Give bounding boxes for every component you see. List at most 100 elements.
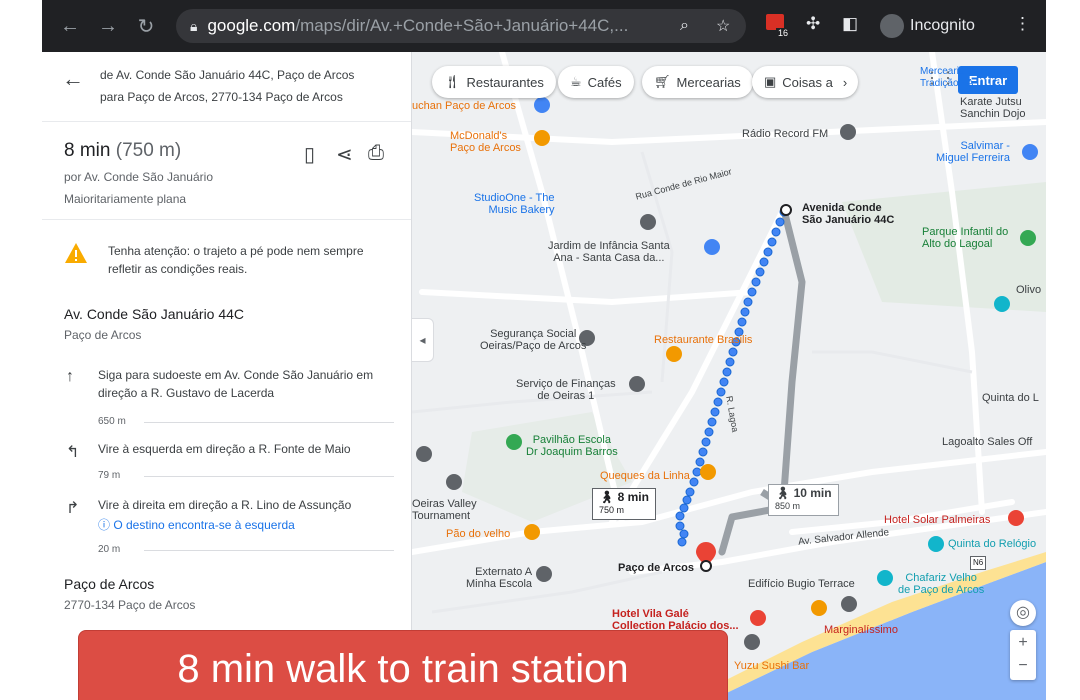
reload-icon[interactable]: ↻ (128, 8, 164, 44)
map-label[interactable]: Restaurante Brasilis (654, 334, 752, 346)
send-to-phone-icon[interactable]: ▯ (304, 142, 315, 167)
map-canvas[interactable]: 🍴︎ Restaurantes ☕︎ Cafés 🛒︎ Mercearias ▣ Coi… (412, 52, 1046, 700)
my-location-icon[interactable]: ◎ (1010, 600, 1036, 626)
browser-window: ← → ↻ 🔒︎ google.com/maps/dir/Av.+Conde+S… (42, 0, 1046, 700)
step-1-text: Siga para sudoeste em Av. Conde São Janu… (98, 368, 374, 400)
zoom-out-icon[interactable]: − (1010, 655, 1036, 680)
url-host: google.com (207, 16, 296, 35)
apps-grid-icon[interactable]: ⋮⋮ (924, 68, 956, 88)
warning-text: Tenha atenção: o trajeto a pé pode nem s… (108, 244, 364, 276)
start-title: Av. Conde São Januário 44C (64, 306, 245, 322)
step-1-distance: 650 m (98, 416, 126, 427)
arrow-up-icon: ↑ (66, 368, 74, 385)
chip-groceries[interactable]: 🛒︎ Mercearias (642, 66, 753, 98)
end-title: Paço de Arcos (64, 576, 155, 592)
route-distance: 750 m (599, 505, 625, 515)
share-icon[interactable]: ⋖ (336, 142, 353, 167)
route-time: 8 min (617, 490, 649, 504)
map-label[interactable]: Quinta do L (982, 392, 1039, 404)
cup-icon: ☕︎ (570, 74, 582, 89)
menu-kebab-icon[interactable]: ⋮ (1014, 14, 1031, 34)
chip-restaurants[interactable]: 🍴︎ Restaurantes (432, 66, 556, 98)
map-label[interactable]: Marginalíssimo (824, 624, 898, 636)
chip-label: Coisas a (782, 74, 833, 90)
route-terrain: Maioritariamente plana (64, 192, 187, 206)
map-label[interactable]: Quinta do Relógio (948, 538, 1036, 550)
incognito-icon (880, 14, 904, 38)
map-label[interactable]: Edifício Bugio Terrace (748, 578, 855, 590)
browser-toolbar: ← → ↻ 🔒︎ google.com/maps/dir/Av.+Conde+S… (42, 0, 1046, 52)
map-label[interactable]: Rádio Record FM (742, 128, 828, 140)
address-bar[interactable]: 🔒︎ google.com/maps/dir/Av.+Conde+São+Jan… (176, 9, 746, 43)
collapse-panel-button[interactable]: ◂ (412, 318, 434, 362)
url-path: /maps/dir/Av.+Conde+São+Januário+44C,... (295, 16, 629, 35)
map-label[interactable]: Chafariz Velho de Paço de Arcos (898, 572, 984, 596)
divider (144, 476, 394, 477)
map-label[interactable]: StudioOne - The Music Bakery (474, 192, 555, 216)
chevron-right-icon[interactable]: › (843, 75, 847, 90)
directions-header: ← de Av. Conde São Januário 44C, Paço de… (42, 52, 411, 122)
print-icon[interactable]: ⎙ (368, 142, 384, 165)
caption-banner: 8 min walk to train station (78, 630, 728, 700)
destination-text: para Paço de Arcos, 2770-134 Paço de Arc… (100, 90, 343, 104)
calendar-extension-icon[interactable]: 16 (766, 14, 791, 38)
chip-things-to-do[interactable]: ▣ Coisas a › (752, 66, 858, 98)
incognito-indicator[interactable]: Incognito (880, 14, 975, 38)
map-label[interactable]: McDonald's Paço de Arcos (450, 130, 521, 154)
zoom-controls: + − (1010, 630, 1036, 680)
map-label[interactable]: Jardim de Infância Santa Ana - Santa Cas… (548, 240, 670, 264)
end-subtitle: 2770-134 Paço de Arcos (64, 598, 196, 612)
zoom-icon[interactable]: ⌕ (680, 17, 689, 35)
fork-knife-icon: 🍴︎ (444, 74, 461, 89)
map-label[interactable]: Olivo (1016, 284, 1041, 296)
map-label[interactable]: Salvimar - Miguel Ferreira (936, 140, 1010, 164)
step-2-text: Vire à esquerda em direção a R. Fonte de… (98, 442, 351, 456)
map-label[interactable]: Segurança Social Oeiras/Paço de Arcos (480, 328, 586, 352)
puzzle-extensions-icon[interactable]: ✣ (806, 14, 820, 34)
lock-icon: 🔒︎ (190, 17, 198, 34)
map-label[interactable]: Karate Jutsu Sanchin Dojo (960, 96, 1025, 120)
map-label[interactable]: Hotel Vila Galé Collection Palácio dos..… (612, 608, 739, 632)
turn-left-icon: ↰ (66, 444, 80, 461)
step-3-info: ⓘ O destino encontra-se à esquerda (98, 516, 295, 533)
map-label[interactable]: Oeiras Valley Tournament (412, 498, 477, 522)
chip-cafes[interactable]: ☕︎ Cafés (558, 66, 634, 98)
back-arrow-icon[interactable]: ← (52, 8, 88, 44)
map-label[interactable]: Yuzu Sushi Bar (734, 660, 809, 672)
map-label[interactable]: uchan Paço de Arcos (412, 100, 516, 112)
info-icon: ⓘ (98, 518, 114, 532)
cart-icon: 🛒︎ (654, 74, 671, 89)
route-tag-alt[interactable]: 🚶︎ 10 min 850 m (768, 484, 839, 516)
duration-value: 8 min (64, 140, 111, 161)
step-3-text: Vire à direita em direção a R. Lino de A… (98, 498, 352, 512)
end-label[interactable]: Paço de Arcos (618, 562, 694, 574)
turn-right-icon: ↱ (66, 500, 80, 517)
walk-icon: 🚶︎ (599, 490, 615, 504)
directions-panel: ← de Av. Conde São Januário 44C, Paço de… (42, 52, 412, 700)
map-label[interactable]: Pavilhão Escola Dr Joaquim Barros (526, 434, 618, 458)
map-label[interactable]: Lagoalto Sales Off (942, 436, 1032, 448)
back-icon[interactable]: ← (62, 66, 84, 92)
map-label[interactable]: Serviço de Finanças de Oeiras 1 (516, 378, 616, 402)
distance-value: (750 m) (115, 140, 182, 161)
route-tag-primary[interactable]: 🚶︎ 8 min 750 m (592, 488, 656, 520)
bookmark-star-icon[interactable]: ☆ (716, 16, 730, 36)
incognito-label: Incognito (910, 17, 975, 34)
zoom-in-icon[interactable]: + (1010, 630, 1036, 655)
map-label[interactable]: Hotel Solar Palmeiras (884, 514, 990, 526)
divider (144, 422, 394, 423)
map-label[interactable]: Pão do velho (446, 528, 510, 540)
start-label[interactable]: Avenida Conde São Januário 44C (802, 202, 894, 226)
map-label[interactable]: Queques da Linha (600, 470, 690, 482)
start-marker[interactable] (780, 204, 792, 216)
route-distance: 850 m (775, 501, 801, 511)
forward-arrow-icon[interactable]: → (90, 8, 126, 44)
map-label[interactable]: Externato A Minha Escola (466, 566, 532, 590)
side-panel-icon[interactable]: ◧ (842, 14, 858, 34)
origin-text: de Av. Conde São Januário 44C, Paço de A… (100, 68, 355, 82)
route-via: por Av. Conde São Januário (64, 170, 213, 184)
map-label[interactable]: Parque Infantil do Alto do Lagoal (922, 226, 1008, 250)
chip-label: Restaurantes (466, 74, 544, 90)
step-3-info-text: O destino encontra-se à esquerda (113, 518, 295, 532)
start-subtitle: Paço de Arcos (64, 328, 142, 342)
